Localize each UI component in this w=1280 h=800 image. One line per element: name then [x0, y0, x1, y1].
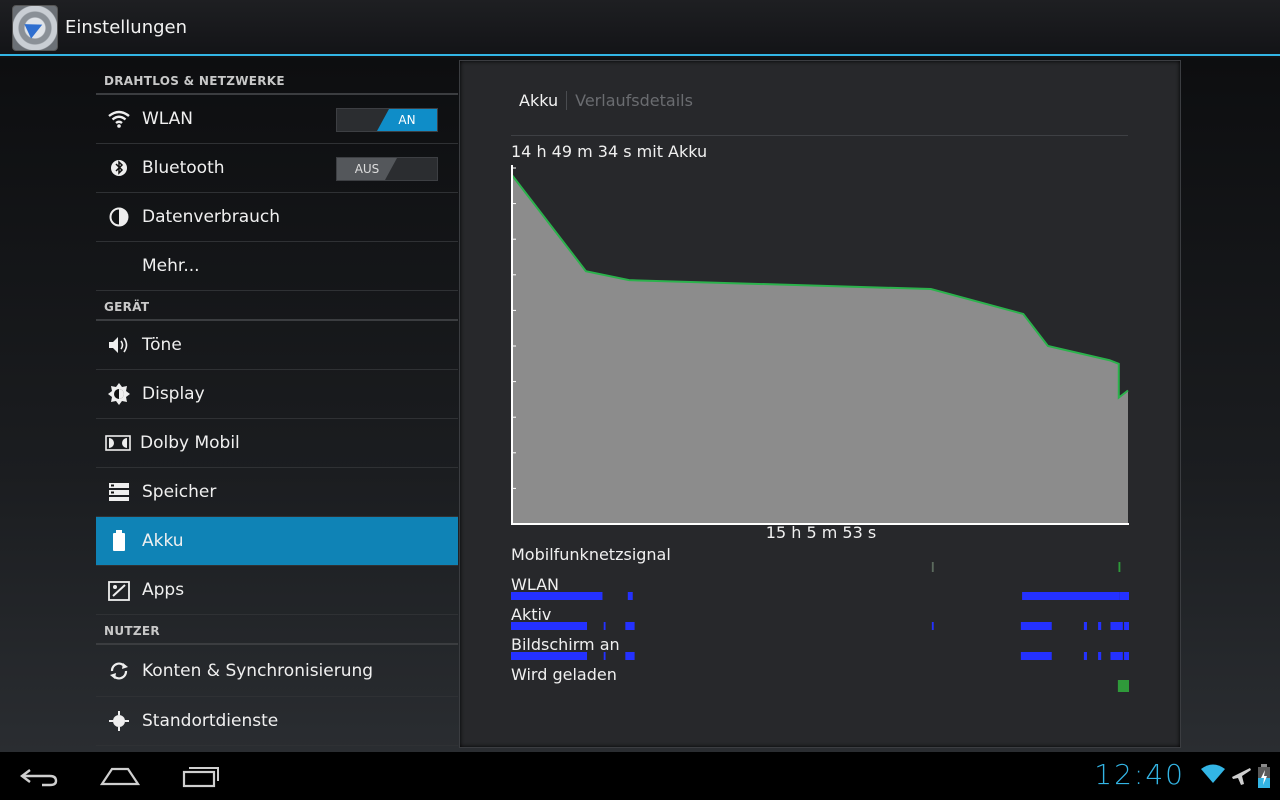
- section-header-device: GERÄT: [96, 291, 458, 321]
- wifi-icon: [96, 95, 142, 144]
- activity-segment: [1083, 652, 1087, 660]
- activity-bar-charging: [1117, 680, 1129, 692]
- home-icon[interactable]: [90, 760, 150, 792]
- tab-history-details[interactable]: Verlaufsdetails: [567, 91, 693, 110]
- sidebar-item-bluetooth[interactable]: Bluetooth AUS: [96, 144, 458, 193]
- activity-segment: [1117, 680, 1129, 692]
- activity-segment: [625, 622, 635, 630]
- sidebar-item-battery[interactable]: Akku: [96, 517, 458, 566]
- activity-segment: [1098, 622, 1102, 630]
- status-clock: 12:40: [1094, 758, 1185, 791]
- activity-segment: [1119, 592, 1129, 600]
- sidebar-item-label: Konten & Synchronisierung: [142, 660, 374, 681]
- chart-time-label: 15 h 5 m 53 s: [765, 523, 877, 542]
- sidebar-item-data-usage[interactable]: Datenverbrauch: [96, 193, 458, 242]
- activity-segment: [603, 652, 606, 660]
- sidebar-item-label: Akku: [142, 531, 184, 551]
- wlan-toggle[interactable]: AN: [336, 108, 438, 132]
- sidebar-item-location[interactable]: Standortdienste: [96, 697, 458, 746]
- sidebar-item-sounds[interactable]: Töne: [96, 321, 458, 370]
- battery-charging-icon: [1258, 764, 1270, 792]
- sync-icon: [96, 646, 142, 695]
- settings-app-icon[interactable]: [12, 5, 58, 51]
- action-bar: Einstellungen: [0, 0, 1280, 56]
- activity-segment: [511, 652, 588, 660]
- activity-segment: [511, 592, 603, 600]
- sidebar-item-accounts-sync[interactable]: Konten & Synchronisierung: [96, 645, 458, 697]
- sidebar-item-more[interactable]: Mehr...: [96, 242, 458, 291]
- sidebar-item-wlan[interactable]: WLAN AN: [96, 95, 458, 144]
- sidebar-item-storage[interactable]: Speicher: [96, 468, 458, 517]
- apps-icon: [96, 566, 142, 615]
- activity-bar-active: [511, 622, 1129, 630]
- activity-segment: [603, 622, 606, 630]
- sidebar-item-label: Speicher: [142, 482, 217, 502]
- sidebar-item-display[interactable]: Display: [96, 370, 458, 419]
- airplane-mode-icon: [1230, 764, 1252, 790]
- sidebar-item-label: Datenverbrauch: [142, 207, 281, 227]
- activity-segment: [511, 622, 588, 630]
- bluetooth-icon: [96, 144, 142, 193]
- activity-segment: [625, 652, 635, 660]
- battery-duration: 14 h 49 m 34 s mit Akku: [511, 142, 708, 161]
- activity-segment: [1020, 622, 1052, 630]
- activity-bar-wlan: [511, 592, 1129, 600]
- section-header-wireless: DRAHTLOS & NETZWERKE: [96, 58, 458, 95]
- activity-segment: [1124, 622, 1129, 630]
- storage-icon: [96, 468, 142, 517]
- system-bar: 12:40: [0, 752, 1280, 800]
- activity-bar-signal: [931, 562, 1121, 572]
- activity-bar-screen-on: [511, 652, 1129, 660]
- speaker-icon: [96, 321, 142, 370]
- wifi-status-icon: [1200, 764, 1226, 788]
- tab-divider: [511, 135, 1128, 136]
- activity-segment: [931, 562, 934, 572]
- section-header-user: NUTZER: [96, 615, 458, 645]
- back-icon[interactable]: [10, 760, 70, 792]
- activity-segment: [627, 592, 633, 600]
- app-title: Einstellungen: [65, 17, 188, 38]
- panel-tabs: Akku Verlaufsdetails: [519, 91, 693, 110]
- sidebar-item-label: Display: [142, 384, 205, 404]
- battery-icon: [96, 517, 142, 566]
- activity-segment: [931, 622, 934, 630]
- battery-history-chart: [511, 165, 1129, 525]
- activity-segment: [1110, 622, 1123, 630]
- sidebar-item-label: Standortdienste: [142, 711, 279, 731]
- activity-segment: [1022, 592, 1120, 600]
- activity-segment: [1110, 652, 1123, 660]
- settings-list: DRAHTLOS & NETZWERKE WLAN AN Bluetooth A…: [96, 58, 458, 752]
- sidebar-item-dolby[interactable]: Dolby Mobil: [96, 419, 458, 468]
- tab-battery[interactable]: Akku: [519, 91, 568, 110]
- sidebar-item-label: Mehr...: [142, 256, 200, 276]
- activity-segment: [1083, 622, 1087, 630]
- sidebar-item-label: Dolby Mobil: [140, 433, 240, 453]
- dolby-icon: [96, 419, 140, 468]
- battery-detail-panel: Akku Verlaufsdetails 14 h 49 m 34 s mit …: [459, 60, 1181, 748]
- location-icon: [96, 697, 142, 746]
- sidebar-item-label: Töne: [142, 335, 182, 355]
- activity-segment: [1098, 652, 1102, 660]
- bluetooth-toggle[interactable]: AUS: [336, 157, 438, 181]
- toggle-label: AUS: [337, 158, 397, 180]
- activity-segment: [1118, 562, 1121, 572]
- recents-icon[interactable]: [170, 760, 230, 792]
- brightness-icon: [96, 370, 142, 419]
- activity-segment: [1020, 652, 1052, 660]
- sidebar-item-apps[interactable]: Apps: [96, 566, 458, 615]
- toggle-label: AN: [377, 109, 437, 131]
- battery-level-area: [512, 175, 1128, 524]
- sidebar-item-label: Apps: [142, 580, 185, 600]
- data-usage-icon: [96, 193, 142, 242]
- activity-segment: [1124, 652, 1129, 660]
